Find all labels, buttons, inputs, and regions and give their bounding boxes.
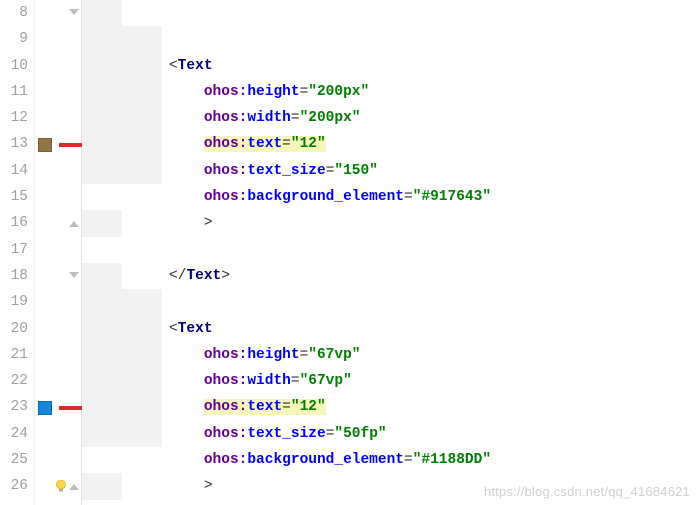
attr-value: "12" (291, 136, 326, 152)
line-number: 13 (0, 131, 34, 157)
attr-name: text_size (247, 163, 325, 179)
line-number: 10 (0, 53, 34, 79)
tag-close-angle: > (204, 215, 213, 231)
fold-end-icon[interactable] (69, 219, 79, 227)
attr-namespace: ohos (204, 426, 239, 442)
attr-name: height (247, 347, 299, 363)
attr-namespace: ohos (204, 110, 239, 126)
line-number: 20 (0, 316, 34, 342)
code-area[interactable]: <Text ohos:height="200px" ohos:width="20… (82, 0, 698, 505)
code-editor: 8 9 10 11 12 13 14 15 16 17 18 19 20 21 … (0, 0, 698, 505)
tag-open-angle: </ (169, 268, 186, 284)
attr-value: "67vp" (308, 347, 360, 363)
fold-end-icon[interactable] (69, 482, 79, 490)
line-number: 16 (0, 210, 34, 236)
lightbulb-icon[interactable] (54, 479, 68, 493)
attr-namespace: ohos (204, 136, 239, 152)
attr-namespace: ohos (204, 347, 239, 363)
attr-namespace: ohos (204, 84, 239, 100)
code-line[interactable] (82, 237, 698, 263)
code-line[interactable]: ohos:height="200px" (82, 26, 698, 52)
tag-open-angle: < (169, 58, 178, 74)
code-line[interactable]: <Text (82, 0, 698, 26)
attr-name: width (247, 110, 291, 126)
attr-value: "200px" (300, 110, 361, 126)
attr-value: "#1188DD" (413, 452, 491, 468)
attr-name: width (247, 373, 291, 389)
tag-name: Text (178, 321, 213, 337)
fold-collapse-icon[interactable] (69, 272, 79, 280)
attr-value: "67vp" (300, 373, 352, 389)
attr-namespace: ohos (204, 452, 239, 468)
equals: = (282, 399, 291, 415)
line-number: 19 (0, 289, 34, 315)
tag-name: Text (186, 268, 221, 284)
attr-name: text_size (247, 426, 325, 442)
attr-namespace: ohos (204, 189, 239, 205)
line-number: 14 (0, 158, 34, 184)
tag-open-angle: < (169, 321, 178, 337)
line-number: 23 (0, 394, 34, 420)
equals: = (291, 373, 300, 389)
line-number: 21 (0, 342, 34, 368)
tag-name: Text (178, 58, 213, 74)
equals: = (404, 452, 413, 468)
line-number: 26 (0, 473, 34, 499)
attr-value: "12" (291, 399, 326, 415)
attr-value: "150" (334, 163, 378, 179)
attr-name: height (247, 84, 299, 100)
attr-name: background_element (247, 452, 404, 468)
line-number: 11 (0, 79, 34, 105)
line-number: 17 (0, 237, 34, 263)
tag-close-angle: > (221, 268, 230, 284)
equals: = (300, 84, 309, 100)
line-number: 25 (0, 447, 34, 473)
attr-namespace: ohos (204, 163, 239, 179)
attr-namespace: ohos (204, 373, 239, 389)
line-number: 22 (0, 368, 34, 394)
line-number-gutter: 8 9 10 11 12 13 14 15 16 17 18 19 20 21 … (0, 0, 35, 505)
annotation-gutter (35, 0, 82, 505)
attr-value: "50fp" (334, 426, 386, 442)
line-number: 18 (0, 263, 34, 289)
line-number: 12 (0, 105, 34, 131)
attr-value: "#917643" (413, 189, 491, 205)
attr-name: background_element (247, 189, 404, 205)
equals: = (300, 347, 309, 363)
fold-collapse-icon[interactable] (69, 9, 79, 17)
attr-namespace: ohos (204, 399, 239, 415)
line-number: 9 (0, 26, 34, 52)
code-line[interactable]: ohos:height="67vp" (82, 289, 698, 315)
color-swatch[interactable] (38, 138, 52, 152)
attr-value: "200px" (308, 84, 369, 100)
line-number: 8 (0, 0, 34, 26)
line-number: 24 (0, 421, 34, 447)
equals: = (282, 136, 291, 152)
equals: = (291, 110, 300, 126)
attr-name: text (247, 399, 282, 415)
equals: = (404, 189, 413, 205)
attr-name: text (247, 136, 282, 152)
line-number: 15 (0, 184, 34, 210)
color-swatch[interactable] (38, 401, 52, 415)
tag-close-angle: > (204, 478, 213, 494)
